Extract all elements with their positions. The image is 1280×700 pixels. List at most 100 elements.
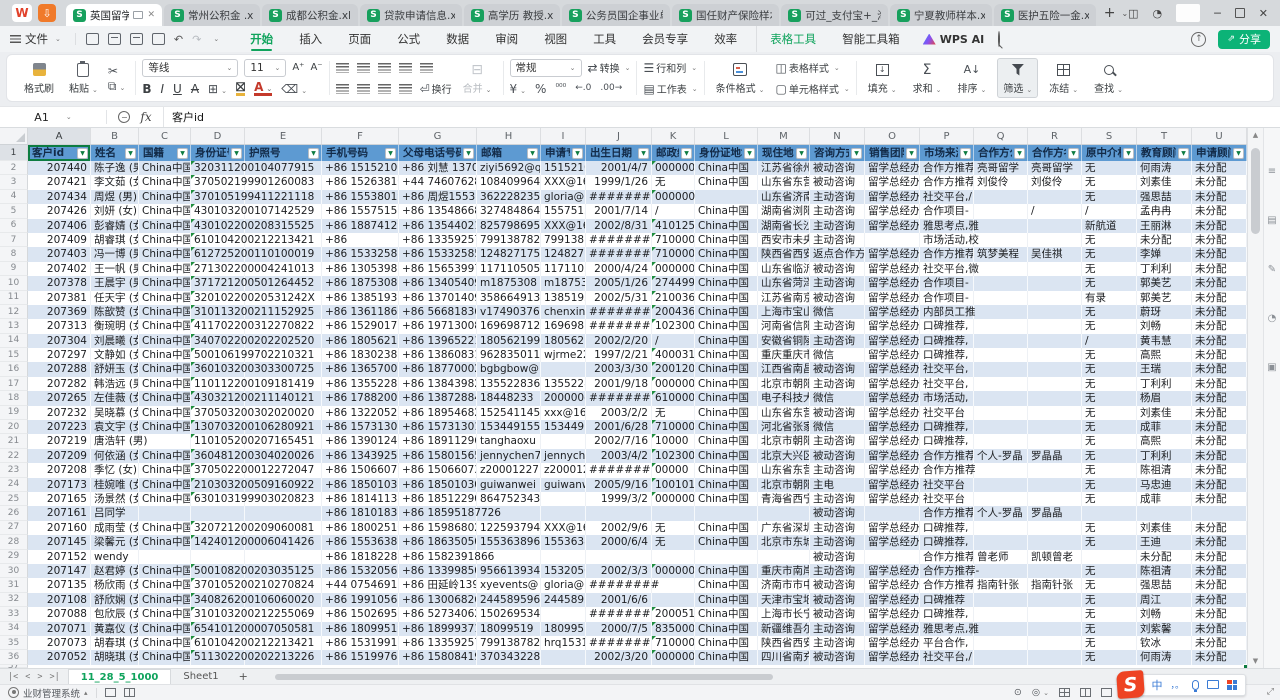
cell[interactable]: 未分配 bbox=[1192, 578, 1247, 592]
cell[interactable] bbox=[1028, 492, 1082, 506]
conditional-format-button[interactable]: 条件格式⌄ bbox=[711, 58, 770, 98]
row-number[interactable]: 21 bbox=[0, 434, 28, 448]
cell[interactable]: +86 1335925706 bbox=[399, 233, 477, 247]
cell[interactable]: 207147 bbox=[28, 564, 91, 578]
cell[interactable]: 指南针张 bbox=[974, 578, 1028, 592]
filter-dropdown-button[interactable]: ▼ bbox=[851, 148, 862, 159]
column-letter-S[interactable]: S bbox=[1082, 128, 1137, 144]
thousand-separator-icon[interactable]: ⁰⁰⁰ bbox=[555, 84, 566, 93]
cell[interactable]: 上海市宝山 bbox=[758, 305, 810, 319]
filter-dropdown-button[interactable]: ▼ bbox=[681, 148, 692, 159]
cell[interactable]: 153449155 bbox=[477, 420, 541, 434]
cell[interactable]: +86 1863505000 bbox=[399, 535, 477, 549]
menu-tab-1[interactable]: 插入 bbox=[286, 26, 335, 52]
cell[interactable]: 无 bbox=[1082, 434, 1137, 448]
sort-button[interactable]: A↓ 排序⌄ bbox=[953, 58, 992, 98]
sogou-logo[interactable]: S bbox=[1117, 670, 1146, 699]
cell[interactable] bbox=[974, 319, 1028, 333]
cell[interactable]: 舒妍玉 (女 bbox=[91, 362, 139, 376]
cell[interactable]: +86 15731301 bbox=[322, 420, 399, 434]
column-letter-K[interactable]: K bbox=[652, 128, 695, 144]
cell[interactable]: 无 bbox=[1082, 247, 1137, 261]
cell[interactable]: China中国 bbox=[695, 175, 758, 189]
cell[interactable]: 被动咨询 bbox=[810, 406, 865, 420]
filter-dropdown-button[interactable]: ▼ bbox=[572, 148, 583, 159]
cell[interactable]: 丁利利 bbox=[1137, 449, 1192, 463]
cell[interactable]: 500108200203035125 bbox=[191, 564, 245, 578]
cell[interactable] bbox=[1028, 362, 1082, 376]
cell[interactable]: 610104200212213421 bbox=[191, 233, 245, 247]
cell[interactable]: 留学总经办 bbox=[865, 636, 920, 650]
upgrade-icon[interactable]: ↑ bbox=[1191, 32, 1206, 47]
cell[interactable]: +86 13901242 bbox=[322, 434, 399, 448]
cell[interactable]: 四川省南充 bbox=[758, 650, 810, 664]
cell[interactable]: 138519326 bbox=[541, 291, 586, 305]
sum-button[interactable]: Σ 求和⌄ bbox=[908, 58, 947, 98]
cell[interactable]: China中国 bbox=[139, 463, 191, 477]
cell[interactable]: 150269534 bbox=[477, 607, 541, 621]
cell[interactable]: 207152 bbox=[28, 550, 91, 564]
app-chevron-icon[interactable]: ▴ bbox=[84, 689, 88, 697]
menu-tab-7[interactable]: 工具 bbox=[580, 26, 629, 52]
cell[interactable] bbox=[974, 262, 1028, 276]
cell[interactable]: 微信 bbox=[810, 420, 865, 434]
cell[interactable] bbox=[758, 550, 810, 564]
cell[interactable]: +86 1851229020 bbox=[399, 492, 477, 506]
cell[interactable]: 无 bbox=[1082, 161, 1137, 175]
cell[interactable]: +86 1300682663 bbox=[399, 593, 477, 607]
cell[interactable]: China中国 bbox=[695, 521, 758, 535]
save-icon[interactable] bbox=[86, 33, 99, 45]
row-number[interactable]: 2 bbox=[0, 161, 28, 175]
cell[interactable]: China中国 bbox=[139, 190, 191, 204]
cell[interactable]: 未分配 bbox=[1192, 622, 1247, 636]
cell[interactable]: China中国 bbox=[139, 535, 191, 549]
menu-tab-5[interactable]: 审阅 bbox=[482, 26, 531, 52]
align-middle-icon[interactable] bbox=[357, 63, 370, 73]
cell[interactable]: China中国 bbox=[695, 305, 758, 319]
cell[interactable]: +86 15332585 bbox=[322, 247, 399, 261]
cell[interactable]: xxx@163.cc bbox=[541, 406, 586, 420]
cell[interactable]: 2002/8/31 bbox=[586, 219, 652, 233]
cell[interactable]: 主动咨询 bbox=[810, 434, 865, 448]
cell[interactable] bbox=[1028, 521, 1082, 535]
export-icon[interactable] bbox=[108, 33, 121, 45]
finance-system-button[interactable]: 业财管理系统 bbox=[23, 686, 80, 700]
cell[interactable]: 207071 bbox=[28, 622, 91, 636]
cell[interactable] bbox=[974, 636, 1028, 650]
cell[interactable]: chenxinyur bbox=[541, 305, 586, 319]
cell[interactable]: 天津市宝坻 bbox=[758, 593, 810, 607]
cell[interactable]: +86 1370140948 bbox=[399, 291, 477, 305]
cell[interactable]: 被动咨询 bbox=[810, 291, 865, 305]
cell[interactable]: China中国 bbox=[139, 204, 191, 218]
cell[interactable]: 32010220020531242X bbox=[191, 291, 245, 305]
cell[interactable]: 207282 bbox=[28, 377, 91, 391]
cell[interactable] bbox=[586, 550, 652, 564]
cell[interactable]: China中国 bbox=[139, 578, 191, 592]
cell[interactable]: 刘素佳 bbox=[1137, 175, 1192, 189]
cell[interactable]: / bbox=[652, 204, 695, 218]
cell[interactable]: +86 1565399710 bbox=[399, 262, 477, 276]
column-header-Q[interactable]: 合作方公司▼ bbox=[974, 145, 1028, 161]
cell[interactable]: 10000 bbox=[652, 434, 695, 448]
cell[interactable]: +86 52734062 bbox=[399, 607, 477, 621]
cell[interactable]: 370105200210270824 bbox=[191, 578, 245, 592]
cell[interactable]: 110105200207165451 bbox=[191, 434, 245, 448]
cell[interactable]: 主动咨询 bbox=[810, 492, 865, 506]
column-header-C[interactable]: 国籍▼ bbox=[139, 145, 191, 161]
font-name-select[interactable]: 等线⌄ bbox=[142, 59, 238, 77]
convert-button[interactable]: ⇄转换⌄ bbox=[588, 60, 631, 75]
cell[interactable]: China中国 bbox=[695, 593, 758, 607]
cell[interactable]: 袁文宇 (女 bbox=[91, 420, 139, 434]
cell[interactable]: 200120 bbox=[652, 362, 695, 376]
cell[interactable] bbox=[974, 377, 1028, 391]
cell[interactable]: 无 bbox=[1082, 650, 1137, 664]
document-tab[interactable]: S国任财产保险样本.x bbox=[672, 4, 779, 26]
filter-dropdown-button[interactable]: ▼ bbox=[463, 148, 474, 159]
cell[interactable]: China中国 bbox=[139, 449, 191, 463]
cell[interactable]: 320721200209060081 bbox=[191, 521, 245, 535]
cell[interactable]: 主动咨询 bbox=[810, 377, 865, 391]
prev-sheet-icon[interactable]: < bbox=[25, 672, 30, 682]
column-letter-Q[interactable]: Q bbox=[974, 128, 1028, 144]
cell[interactable]: +86 1877000215 bbox=[399, 362, 477, 376]
number-format-select[interactable]: 常规⌄ bbox=[510, 59, 582, 77]
